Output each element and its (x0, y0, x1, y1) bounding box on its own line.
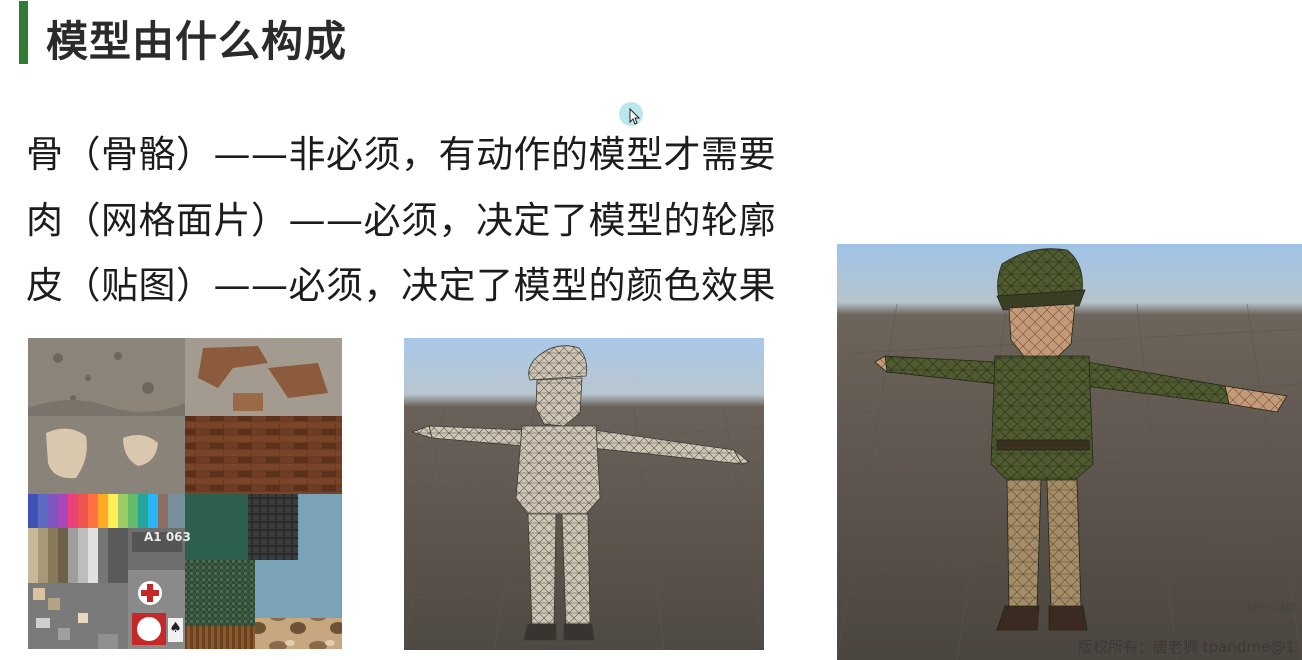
slide: 模型由什么构成 骨（骨骼）——非必须，有动作的模型才需要 肉（网格面片）——必须… (0, 0, 1302, 660)
mouse-pointer-icon (617, 100, 645, 128)
spade-card-icon: ♠ (169, 620, 182, 636)
copyright-watermark: 版权所有：唐老狮 tpandme@1 (1078, 638, 1295, 656)
red-cross-icon (141, 583, 161, 603)
texture-label: A1 063 (144, 530, 191, 544)
wireframe-model-view (404, 338, 764, 650)
title-accent-bar (19, 1, 28, 64)
bullet-skin: 皮（贴图）——必须，决定了模型的颜色效果 (26, 264, 776, 307)
textured-model-view (837, 244, 1302, 660)
bullet-bone: 骨（骨骼）——非必须，有动作的模型才需要 (26, 133, 776, 176)
texture-atlas-image (28, 338, 342, 649)
corner-label: SPECIALT (1247, 601, 1298, 614)
bullet-mesh: 肉（网格面片）——必须，决定了模型的轮廓 (26, 199, 776, 242)
slide-title: 模型由什么构成 (46, 17, 348, 66)
